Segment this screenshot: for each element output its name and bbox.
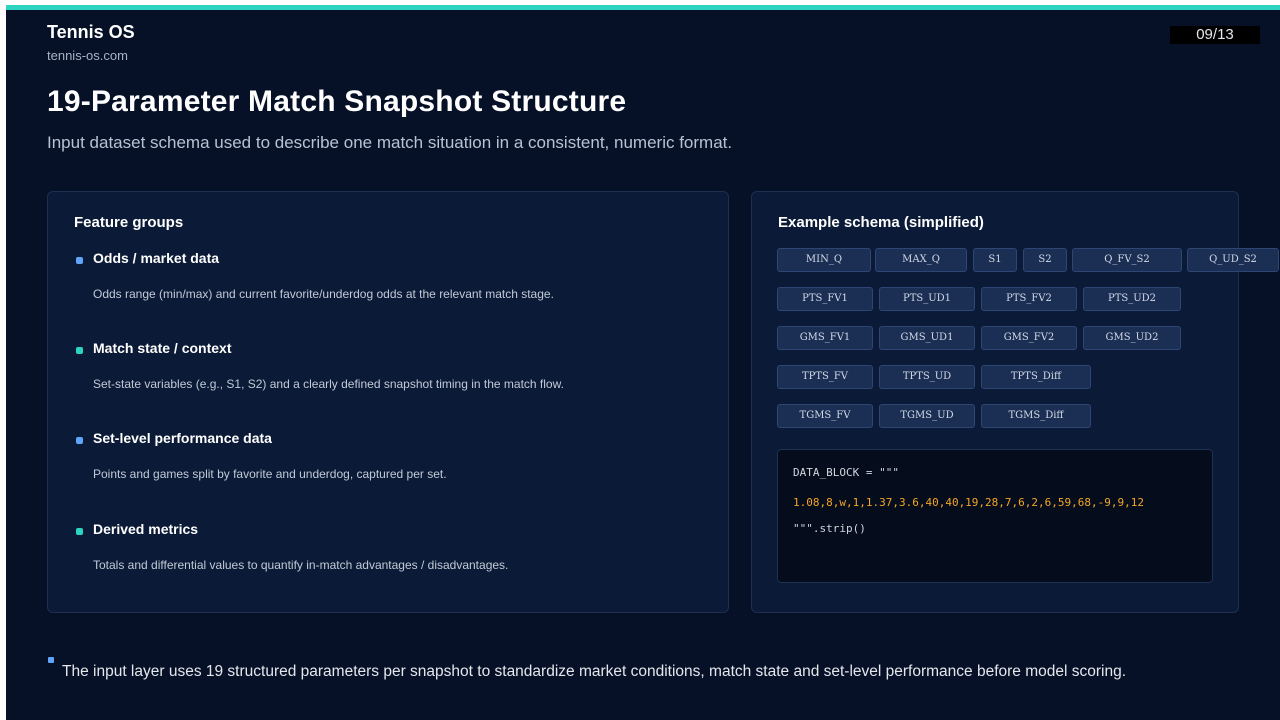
- schema-field-chip: MAX_Q: [875, 248, 967, 272]
- accent-bar: [6, 5, 1280, 10]
- schema-field-chip: TPTS_FV: [777, 365, 873, 389]
- footer-bullet-icon: [48, 657, 54, 663]
- bullet-icon: [76, 437, 83, 444]
- schema-field-chip: TGMS_FV: [777, 404, 873, 428]
- brand-url: tennis-os.com: [47, 48, 128, 63]
- schema-field-chip: MIN_Q: [777, 248, 871, 272]
- feature-group-title: Set-level performance data: [93, 430, 272, 446]
- slide: Tennis OS tennis-os.com 09/13 19-Paramet…: [6, 5, 1280, 720]
- feature-group-title: Match state / context: [93, 340, 232, 356]
- code-line: """.strip(): [793, 522, 866, 535]
- schema-field-chip: S1: [973, 248, 1017, 272]
- feature-group-title: Odds / market data: [93, 250, 220, 266]
- schema-field-chip: GMS_UD2: [1083, 326, 1181, 350]
- schema-field-chip: GMS_UD1: [879, 326, 975, 350]
- feature-groups-panel: Feature groups Odds / market data Odds r…: [47, 191, 729, 613]
- schema-field-chip: TPTS_UD: [879, 365, 975, 389]
- schema-field-chip: S2: [1023, 248, 1067, 272]
- schema-field-chip: TGMS_Diff: [981, 404, 1091, 428]
- schema-field-chip: TGMS_UD: [879, 404, 975, 428]
- schema-field-chip: GMS_FV1: [777, 326, 873, 350]
- bullet-icon: [76, 347, 83, 354]
- schema-panel: Example schema (simplified) MIN_Q MAX_Q …: [751, 191, 1279, 613]
- schema-field-chip: PTS_FV2: [981, 287, 1077, 311]
- page-subtitle: Input dataset schema used to describe on…: [47, 133, 733, 152]
- schema-field-chip: PTS_UD2: [1083, 287, 1181, 311]
- bullet-icon: [76, 528, 83, 535]
- code-line: DATA_BLOCK = """: [793, 466, 899, 479]
- page-title: 19-Parameter Match Snapshot Structure: [47, 85, 627, 118]
- feature-groups-heading: Feature groups: [74, 214, 184, 231]
- schema-field-chip: Q_UD_S2: [1187, 248, 1279, 272]
- page-indicator-text: 09/13: [1196, 26, 1234, 43]
- page-indicator: 09/13: [1170, 26, 1260, 44]
- schema-field-chip: Q_FV_S2: [1072, 248, 1182, 272]
- bullet-icon: [76, 257, 83, 264]
- code-data-line: 1.08,8,w,1,1.37,3.6,40,40,19,28,7,6,2,6,…: [793, 496, 1144, 509]
- schema-heading: Example schema (simplified): [778, 214, 984, 231]
- schema-field-chip: TPTS_Diff: [981, 365, 1091, 389]
- schema-field-chip: GMS_FV2: [981, 326, 1077, 350]
- schema-field-chip: PTS_UD1: [879, 287, 975, 311]
- feature-group-description: Set-state variables (e.g., S1, S2) and a…: [93, 377, 564, 391]
- footer-summary: The input layer uses 19 structured param…: [62, 663, 1127, 680]
- schema-field-chip: PTS_FV1: [777, 287, 873, 311]
- feature-group-description: Totals and differential values to quanti…: [93, 558, 509, 572]
- feature-group-title: Derived metrics: [93, 521, 199, 537]
- feature-group-description: Points and games split by favorite and u…: [93, 467, 447, 481]
- code-block: DATA_BLOCK = """ 1.08,8,w,1,1.37,3.6,40,…: [777, 449, 1213, 583]
- brand-name: Tennis OS: [47, 22, 135, 42]
- feature-group-description: Odds range (min/max) and current favorit…: [93, 287, 554, 301]
